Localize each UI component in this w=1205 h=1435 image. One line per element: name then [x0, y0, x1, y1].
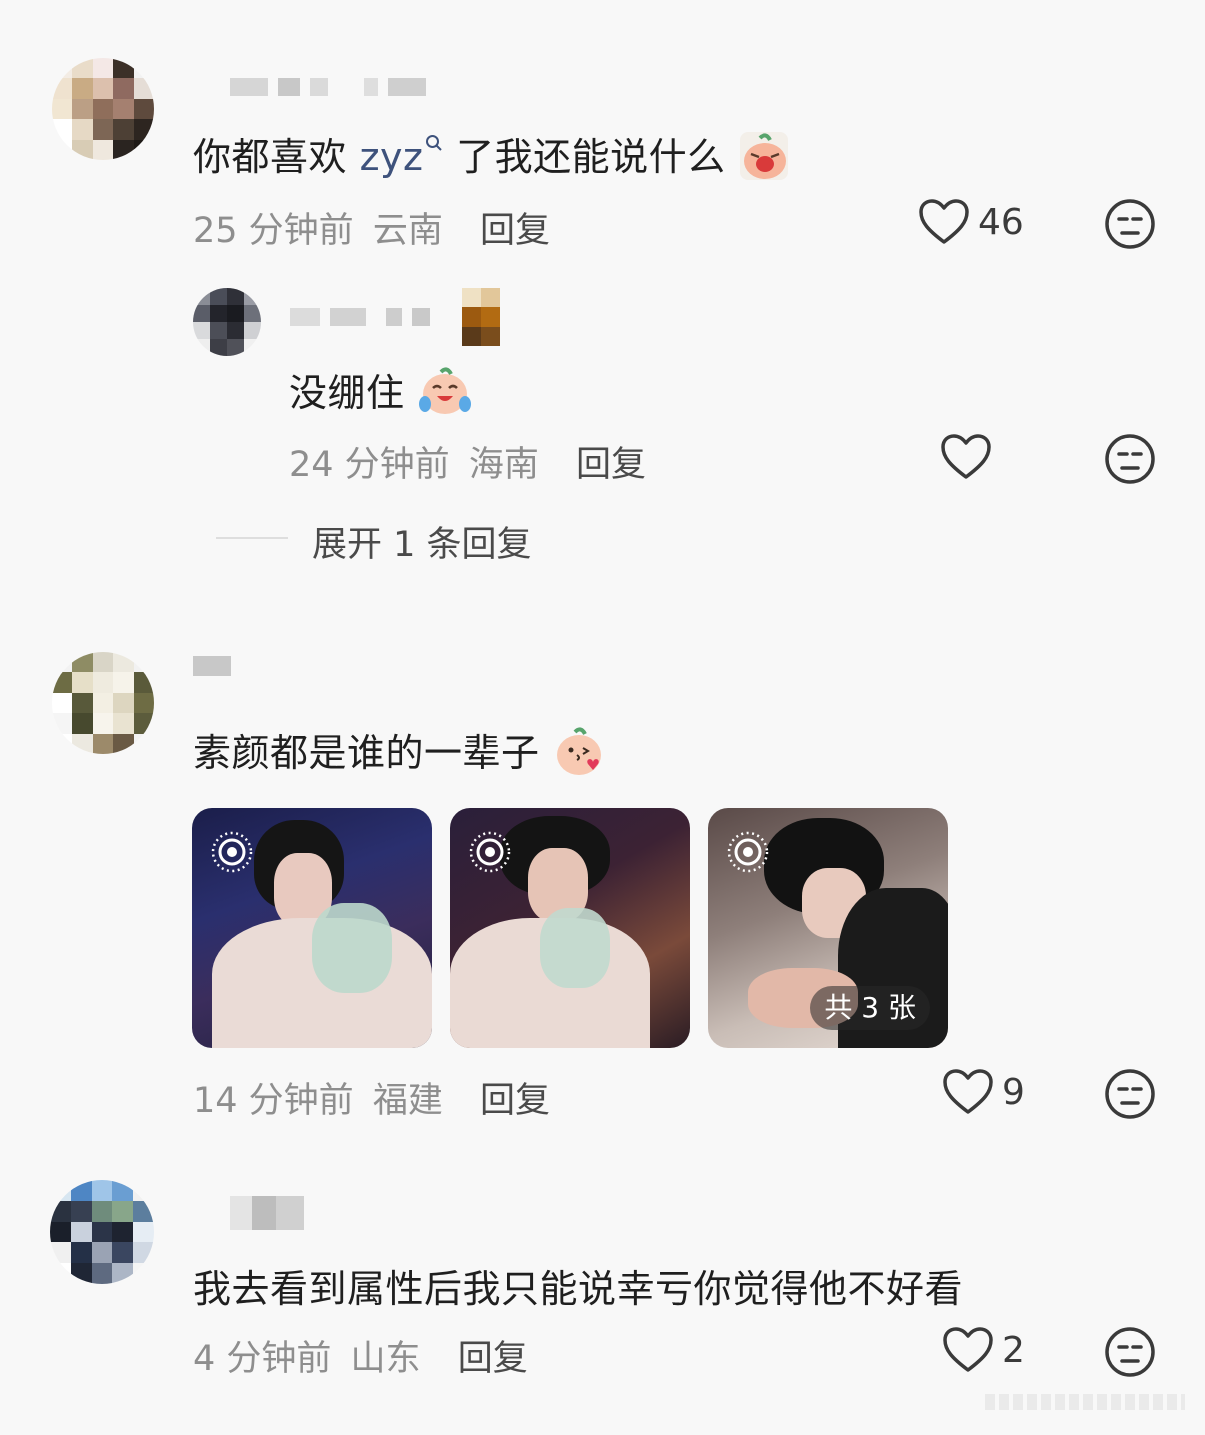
comment-meta: 4 分钟前 山东 回复: [193, 1330, 528, 1381]
location: 福建: [372, 1081, 443, 1121]
reply-button[interactable]: 回复: [480, 1081, 550, 1121]
like-button[interactable]: 9: [942, 1068, 1025, 1116]
reply-button[interactable]: 回复: [458, 1339, 528, 1379]
avatar[interactable]: [193, 288, 261, 356]
comment-list: 你都喜欢 zyz 了我还能说什么 25 分钟前 云南 回复 46 没绷住 24 …: [0, 0, 1205, 1435]
neutral-face-icon: [1105, 434, 1155, 484]
live-photo-icon: [469, 831, 511, 873]
reply-text: 没绷住: [289, 362, 473, 418]
location: 山东: [350, 1339, 421, 1379]
like-count: 46: [978, 201, 1024, 243]
heart-icon: [919, 199, 969, 244]
dislike-button[interactable]: [1104, 198, 1156, 254]
avatar[interactable]: [50, 1180, 154, 1284]
live-photo-icon: [727, 831, 769, 873]
username[interactable]: [290, 308, 430, 326]
laughing-tears-emoji: [419, 366, 472, 414]
username[interactable]: [230, 78, 426, 96]
comment-image[interactable]: [192, 808, 432, 1048]
neutral-face-icon: [1105, 1069, 1155, 1119]
timestamp: 24 分钟前: [289, 445, 450, 485]
location: 云南: [372, 211, 443, 251]
comment-meta: 14 分钟前 福建 回复: [193, 1072, 550, 1123]
timestamp: 4 分钟前: [193, 1339, 332, 1379]
expand-divider: [216, 537, 288, 539]
reply-button[interactable]: 回复: [576, 445, 646, 485]
dislike-button[interactable]: [1104, 433, 1156, 489]
comment-meta: 25 分钟前 云南 回复: [193, 202, 550, 253]
neutral-face-icon: [1105, 199, 1155, 249]
live-photo-icon: [211, 831, 253, 873]
search-link[interactable]: zyz: [360, 135, 444, 179]
username[interactable]: [193, 656, 231, 676]
like-button[interactable]: [940, 433, 992, 485]
reply-meta: 24 分钟前 海南 回复: [289, 436, 646, 487]
comment-text: 我去看到属性后我只能说幸亏你觉得他不好看: [193, 1267, 964, 1311]
timestamp: 14 分钟前: [193, 1081, 354, 1121]
username[interactable]: [230, 1196, 304, 1230]
like-button[interactable]: 2: [942, 1326, 1025, 1374]
search-icon: [426, 135, 443, 151]
dislike-button[interactable]: [1104, 1068, 1156, 1124]
dislike-button[interactable]: [1104, 1326, 1156, 1382]
neutral-face-icon: [1105, 1327, 1155, 1377]
heart-icon: [943, 1069, 993, 1114]
comment-image[interactable]: [450, 808, 690, 1048]
user-badge: [462, 288, 500, 346]
like-count: 2: [1002, 1329, 1025, 1371]
comment-image[interactable]: 共 3 张: [708, 808, 948, 1048]
image-count-badge: 共 3 张: [810, 986, 930, 1030]
watermark: [985, 1388, 1195, 1418]
location: 海南: [468, 445, 539, 485]
avatar[interactable]: [52, 58, 154, 160]
expand-replies-button[interactable]: 展开 1 条回复: [312, 516, 532, 567]
reply-button[interactable]: 回复: [480, 211, 550, 251]
crying-face-emoji: [740, 131, 789, 180]
comment-text: 素颜都是谁的一辈子: [193, 722, 606, 778]
kiss-emoji: [557, 726, 602, 775]
like-button[interactable]: 46: [918, 198, 1024, 246]
heart-icon: [941, 434, 991, 479]
heart-icon: [943, 1327, 993, 1372]
avatar[interactable]: [52, 652, 154, 754]
like-count: 9: [1002, 1071, 1025, 1113]
timestamp: 25 分钟前: [193, 211, 354, 251]
comment-text: 你都喜欢 zyz 了我还能说什么: [193, 126, 790, 182]
